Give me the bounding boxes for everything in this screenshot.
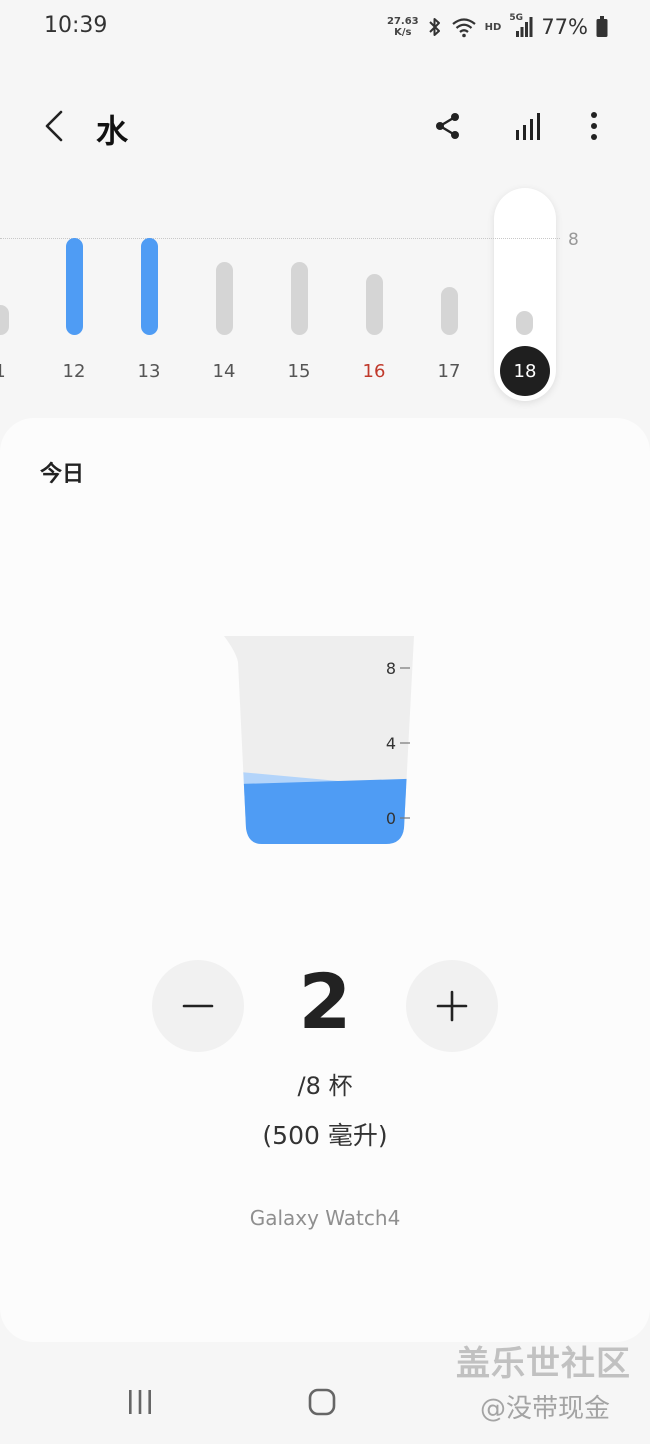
source-device: Galaxy Watch4: [249, 1206, 401, 1230]
wifi-icon: [451, 16, 477, 38]
increase-button[interactable]: [406, 960, 498, 1052]
day-column-1[interactable]: 1: [0, 180, 28, 390]
selected-day-label[interactable]: 18: [500, 346, 550, 396]
decrease-button[interactable]: [152, 960, 244, 1052]
home-icon: [308, 1388, 336, 1416]
network-speed: 27.63 K/s: [387, 16, 419, 38]
bar-chart-icon: [516, 113, 540, 140]
status-bar: 10:39 27.63 K/s HD 5G 77%: [0, 0, 650, 56]
day-bar: [65, 238, 83, 335]
more-options-button[interactable]: [574, 106, 614, 146]
app-header: 水: [0, 92, 650, 162]
minus-icon: [182, 1004, 214, 1008]
day-column-13[interactable]: 13: [121, 180, 177, 390]
day-bar: [515, 310, 533, 335]
plus-icon: [436, 990, 468, 1022]
status-icons: 27.63 K/s HD 5G 77%: [387, 12, 608, 42]
back-button[interactable]: [34, 106, 74, 146]
more-options-icon: [591, 112, 597, 140]
network-speed-value: 27.63: [387, 16, 419, 27]
bluetooth-icon: [427, 16, 443, 38]
battery-percent: 77%: [541, 15, 588, 39]
day-column-14[interactable]: 14: [196, 180, 252, 390]
day-label: 15: [287, 361, 311, 382]
cup-count: 2: [298, 957, 352, 1046]
day-label: 17: [437, 361, 461, 382]
day-bar: [365, 274, 383, 335]
day-label: 1: [0, 361, 28, 382]
network-speed-unit: K/s: [394, 27, 412, 38]
day-bar: [140, 238, 158, 335]
day-bar: [0, 304, 9, 335]
today-label: 今日: [40, 462, 85, 487]
back-icon: [45, 110, 63, 142]
cup-tick-label: 4: [386, 734, 396, 753]
cup-tick-label: 8: [386, 659, 396, 678]
day-column-15[interactable]: 15: [271, 180, 327, 390]
share-icon: [436, 113, 459, 139]
volume-text: (500 毫升): [262, 1121, 388, 1150]
recent-apps-icon: [129, 1390, 151, 1414]
day-bar: [440, 286, 458, 335]
day-label: 16: [362, 361, 386, 382]
day-bar: [215, 262, 233, 335]
home-button[interactable]: [292, 1380, 352, 1424]
day-label: 14: [212, 361, 236, 382]
goal-line-label: 8: [568, 230, 579, 250]
battery-icon: [596, 16, 608, 38]
day-column-17[interactable]: 17: [421, 180, 477, 390]
water-tracker-screen: 10:39 27.63 K/s HD 5G 77% 水 8 12 13 14 1…: [0, 0, 650, 1444]
day-label: 12: [62, 361, 86, 382]
page-title: 水: [96, 112, 129, 150]
signal-icon: 5G: [509, 13, 533, 39]
water-cup-graphic: 8 4 0: [224, 636, 414, 844]
today-card: 今日 8 4 0 2 /8 杯 (500 毫升) Galaxy Watch4: [0, 418, 650, 1342]
cup-tick-label: 0: [386, 809, 396, 828]
day-label: 13: [137, 361, 161, 382]
share-button[interactable]: [428, 106, 468, 146]
recent-apps-button[interactable]: [110, 1380, 170, 1424]
daily-goal-text: /8 杯: [297, 1072, 353, 1100]
trends-button[interactable]: [508, 106, 548, 146]
system-nav-bar: [0, 1370, 650, 1444]
day-column-16[interactable]: 16: [346, 180, 402, 390]
water-cup-illustration: 8 4 0: [224, 634, 420, 846]
daily-history-chart: 8 1 12 13 14 15 16 17 18: [0, 180, 650, 410]
status-time: 10:39: [44, 13, 108, 38]
hd-label: HD: [484, 21, 502, 33]
day-bar: [290, 262, 308, 335]
day-column-12[interactable]: 12: [46, 180, 102, 390]
